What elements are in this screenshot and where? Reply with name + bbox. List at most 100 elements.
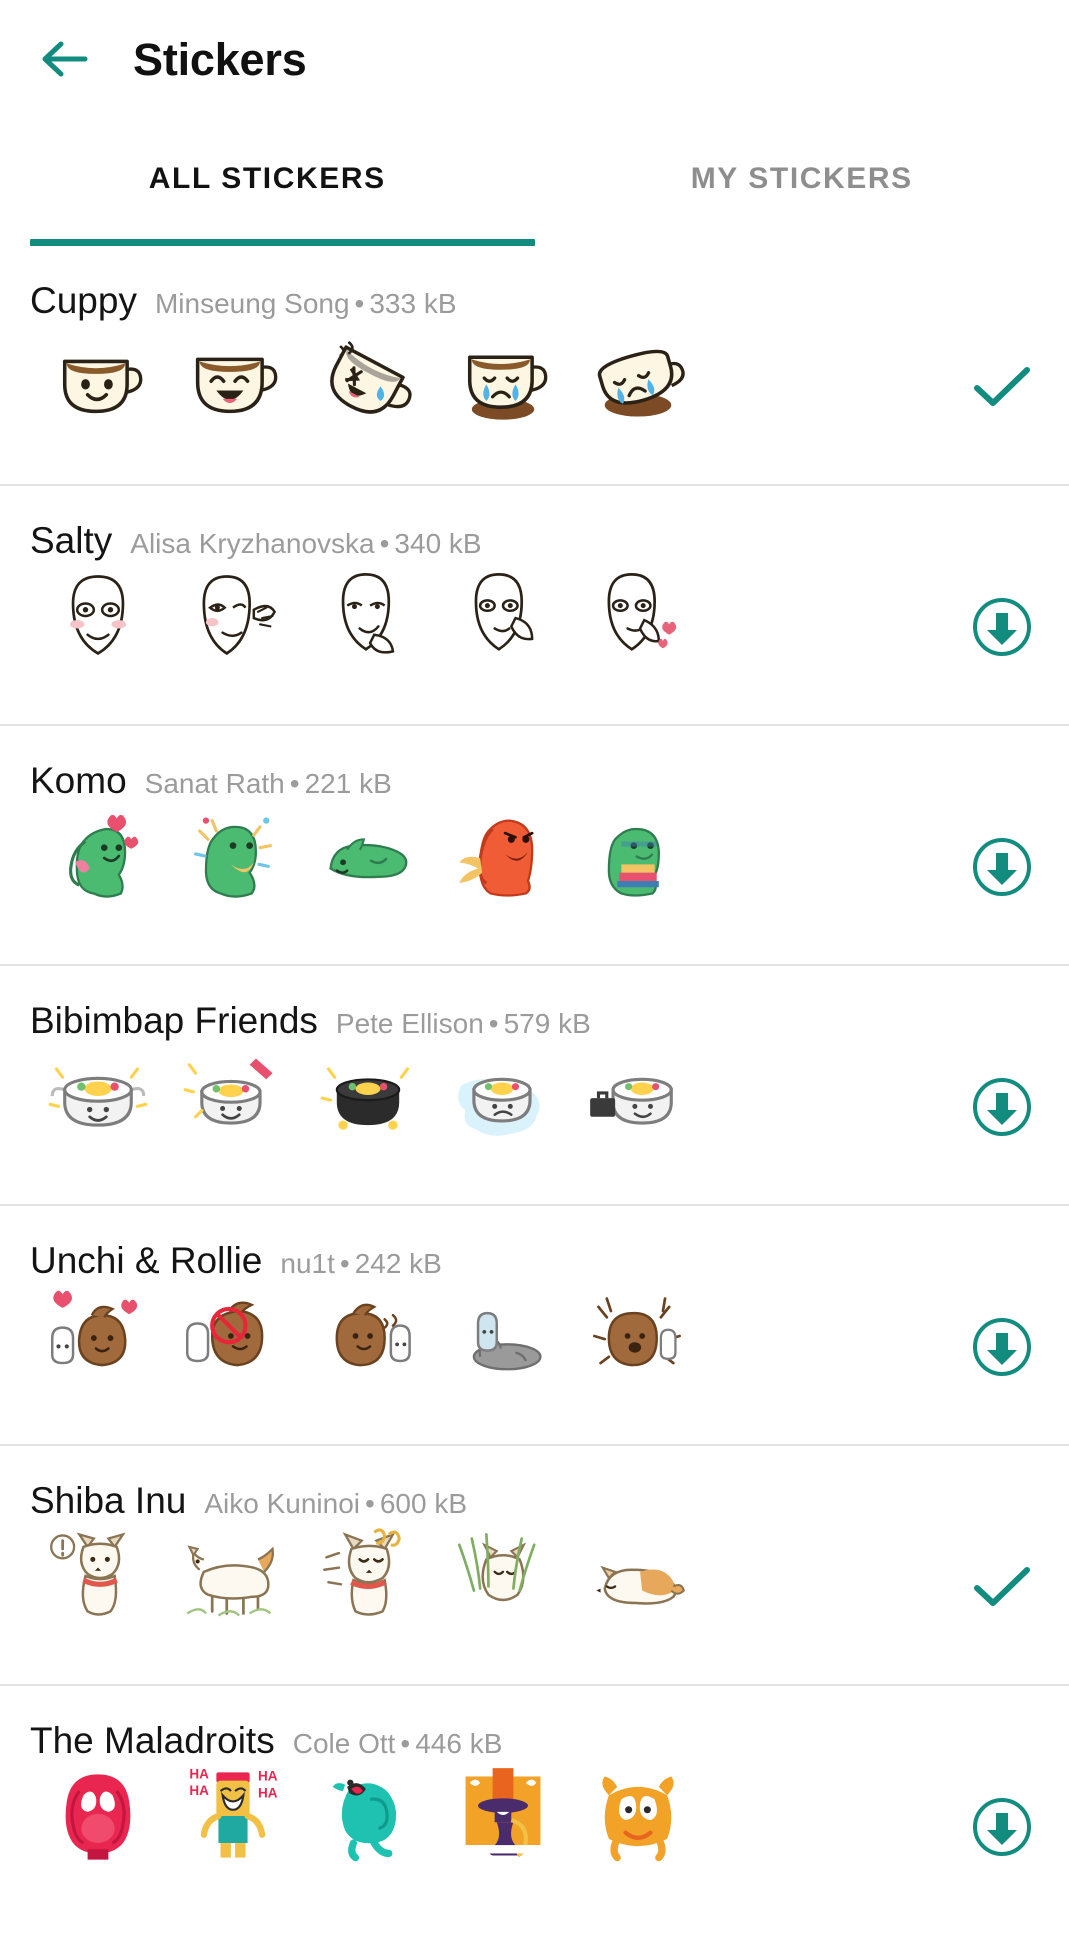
sticker-thumbnail[interactable] — [300, 1277, 435, 1395]
svg-text:HA: HA — [257, 1785, 277, 1800]
pack-meta: Alisa Kryzhanovska • 340 kB — [130, 530, 481, 558]
sticker-pack-row[interactable]: Cuppy Minseung Song • 333 kB — [0, 246, 1069, 486]
svg-text:HA: HA — [257, 1769, 277, 1784]
pack-name: Salty — [30, 520, 113, 561]
sticker-thumbnail[interactable] — [30, 317, 165, 435]
tab-all-stickers[interactable]: ALL STICKERS — [0, 118, 535, 246]
pack-meta: nu1t • 242 kB — [280, 1250, 441, 1278]
sticker-thumbnail[interactable] — [30, 797, 165, 915]
pack-size: 579 kB — [503, 1008, 591, 1039]
pack-size: 340 kB — [394, 528, 482, 559]
pack-size: 242 kB — [354, 1248, 442, 1279]
sticker-thumbnail[interactable] — [165, 557, 300, 675]
pack-author: Minseung Song — [154, 288, 350, 319]
download-icon — [971, 1796, 1033, 1858]
pack-header: Komo Sanat Rath • 221 kB — [30, 726, 1069, 799]
sticker-pack-row[interactable]: Bibimbap Friends Pete Ellison • 579 kB — [0, 966, 1069, 1206]
meta-separator: • — [379, 528, 390, 559]
sticker-thumbnail[interactable] — [300, 1517, 435, 1635]
check-icon — [972, 1564, 1032, 1610]
pack-download-button[interactable] — [969, 1074, 1035, 1140]
sticker-thumbnail[interactable] — [570, 1517, 705, 1635]
sticker-preview-strip: HA HA HA HA — [30, 1756, 1069, 1876]
sticker-thumbnail[interactable] — [435, 557, 570, 675]
sticker-thumbnail[interactable] — [435, 1757, 570, 1875]
pack-header: Bibimbap Friends Pete Ellison • 579 kB — [30, 966, 1069, 1039]
download-icon — [971, 1316, 1033, 1378]
sticker-preview-strip — [30, 1276, 1069, 1396]
sticker-thumbnail[interactable] — [165, 317, 300, 435]
tab-bar: ALL STICKERS MY STICKERS — [0, 118, 1069, 246]
sticker-thumbnail[interactable] — [435, 1277, 570, 1395]
pack-meta: Sanat Rath • 221 kB — [145, 770, 392, 798]
sticker-thumbnail[interactable] — [30, 1517, 165, 1635]
tab-my-stickers[interactable]: MY STICKERS — [535, 118, 1069, 246]
sticker-thumbnail[interactable] — [300, 1757, 435, 1875]
sticker-pack-row[interactable]: Komo Sanat Rath • 221 kB — [0, 726, 1069, 966]
pack-author: Sanat Rath — [144, 768, 285, 799]
pack-download-button[interactable] — [969, 1314, 1035, 1380]
pack-download-button[interactable] — [969, 1794, 1035, 1860]
sticker-pack-row[interactable]: Salty Alisa Kryzhanovska • 340 kB — [0, 486, 1069, 726]
pack-meta: Aiko Kuninoi • 600 kB — [204, 1490, 467, 1518]
sticker-thumbnail[interactable] — [30, 1037, 165, 1155]
sticker-preview-strip — [30, 1036, 1069, 1156]
sticker-thumbnail[interactable] — [165, 797, 300, 915]
meta-separator: • — [365, 1488, 375, 1519]
pack-author: nu1t — [280, 1248, 335, 1279]
pack-name: Komo — [30, 760, 127, 801]
pack-name: The Maladroits — [30, 1720, 275, 1761]
pack-meta: Cole Ott • 446 kB — [293, 1730, 503, 1758]
arrow-left-icon — [39, 38, 89, 80]
sticker-thumbnail[interactable] — [435, 1517, 570, 1635]
sticker-thumbnail[interactable] — [570, 317, 705, 435]
sticker-thumbnail[interactable] — [300, 1037, 435, 1155]
sticker-thumbnail[interactable] — [570, 1277, 705, 1395]
pack-name: Bibimbap Friends — [30, 1000, 318, 1041]
pack-download-button[interactable] — [969, 834, 1035, 900]
sticker-preview-strip — [30, 1516, 1069, 1636]
pack-size: 600 kB — [379, 1488, 467, 1519]
pack-author: Aiko Kuninoi — [204, 1488, 361, 1519]
sticker-thumbnail[interactable] — [570, 557, 705, 675]
pack-author: Pete Ellison — [335, 1008, 484, 1039]
sticker-thumbnail[interactable] — [30, 557, 165, 675]
sticker-thumbnail[interactable] — [300, 317, 435, 435]
pack-header: Shiba Inu Aiko Kuninoi • 600 kB — [30, 1446, 1069, 1519]
pack-name: Unchi & Rollie — [30, 1240, 263, 1281]
pack-size: 446 kB — [415, 1728, 503, 1759]
pack-downloaded-check[interactable] — [969, 354, 1035, 420]
pack-size: 221 kB — [304, 768, 392, 799]
tab-active-indicator — [30, 239, 535, 246]
sticker-thumbnail[interactable] — [165, 1037, 300, 1155]
pack-meta: Minseung Song • 333 kB — [155, 290, 457, 318]
back-button[interactable] — [28, 23, 100, 95]
pack-downloaded-check[interactable] — [969, 1554, 1035, 1620]
sticker-thumbnail[interactable] — [300, 557, 435, 675]
sticker-thumbnail[interactable] — [30, 1757, 165, 1875]
sticker-preview-strip — [30, 796, 1069, 916]
sticker-thumbnail[interactable] — [435, 317, 570, 435]
sticker-thumbnail[interactable] — [570, 1757, 705, 1875]
download-icon — [971, 1076, 1033, 1138]
sticker-thumbnail[interactable] — [435, 1037, 570, 1155]
sticker-thumbnail[interactable] — [435, 797, 570, 915]
pack-header: Cuppy Minseung Song • 333 kB — [30, 246, 1069, 319]
sticker-thumbnail[interactable] — [165, 1517, 300, 1635]
pack-download-button[interactable] — [969, 594, 1035, 660]
meta-separator: • — [289, 768, 300, 799]
stickers-screen: Stickers ALL STICKERS MY STICKERS Cuppy … — [0, 0, 1069, 1944]
sticker-pack-row[interactable]: The Maladroits Cole Ott • 446 kB HA HA H… — [0, 1686, 1069, 1926]
pack-header: Salty Alisa Kryzhanovska • 340 kB — [30, 486, 1069, 559]
meta-separator: • — [339, 1248, 350, 1279]
pack-author: Alisa Kryzhanovska — [130, 528, 375, 559]
sticker-thumbnail[interactable] — [570, 1037, 705, 1155]
sticker-thumbnail[interactable] — [570, 797, 705, 915]
sticker-thumbnail[interactable] — [30, 1277, 165, 1395]
sticker-thumbnail[interactable] — [300, 797, 435, 915]
sticker-pack-row[interactable]: Shiba Inu Aiko Kuninoi • 600 kB — [0, 1446, 1069, 1686]
sticker-thumbnail[interactable]: HA HA HA HA — [165, 1757, 300, 1875]
svg-text:HA: HA — [189, 1767, 209, 1782]
sticker-pack-row[interactable]: Unchi & Rollie nu1t • 242 kB — [0, 1206, 1069, 1446]
sticker-thumbnail[interactable] — [165, 1277, 300, 1395]
